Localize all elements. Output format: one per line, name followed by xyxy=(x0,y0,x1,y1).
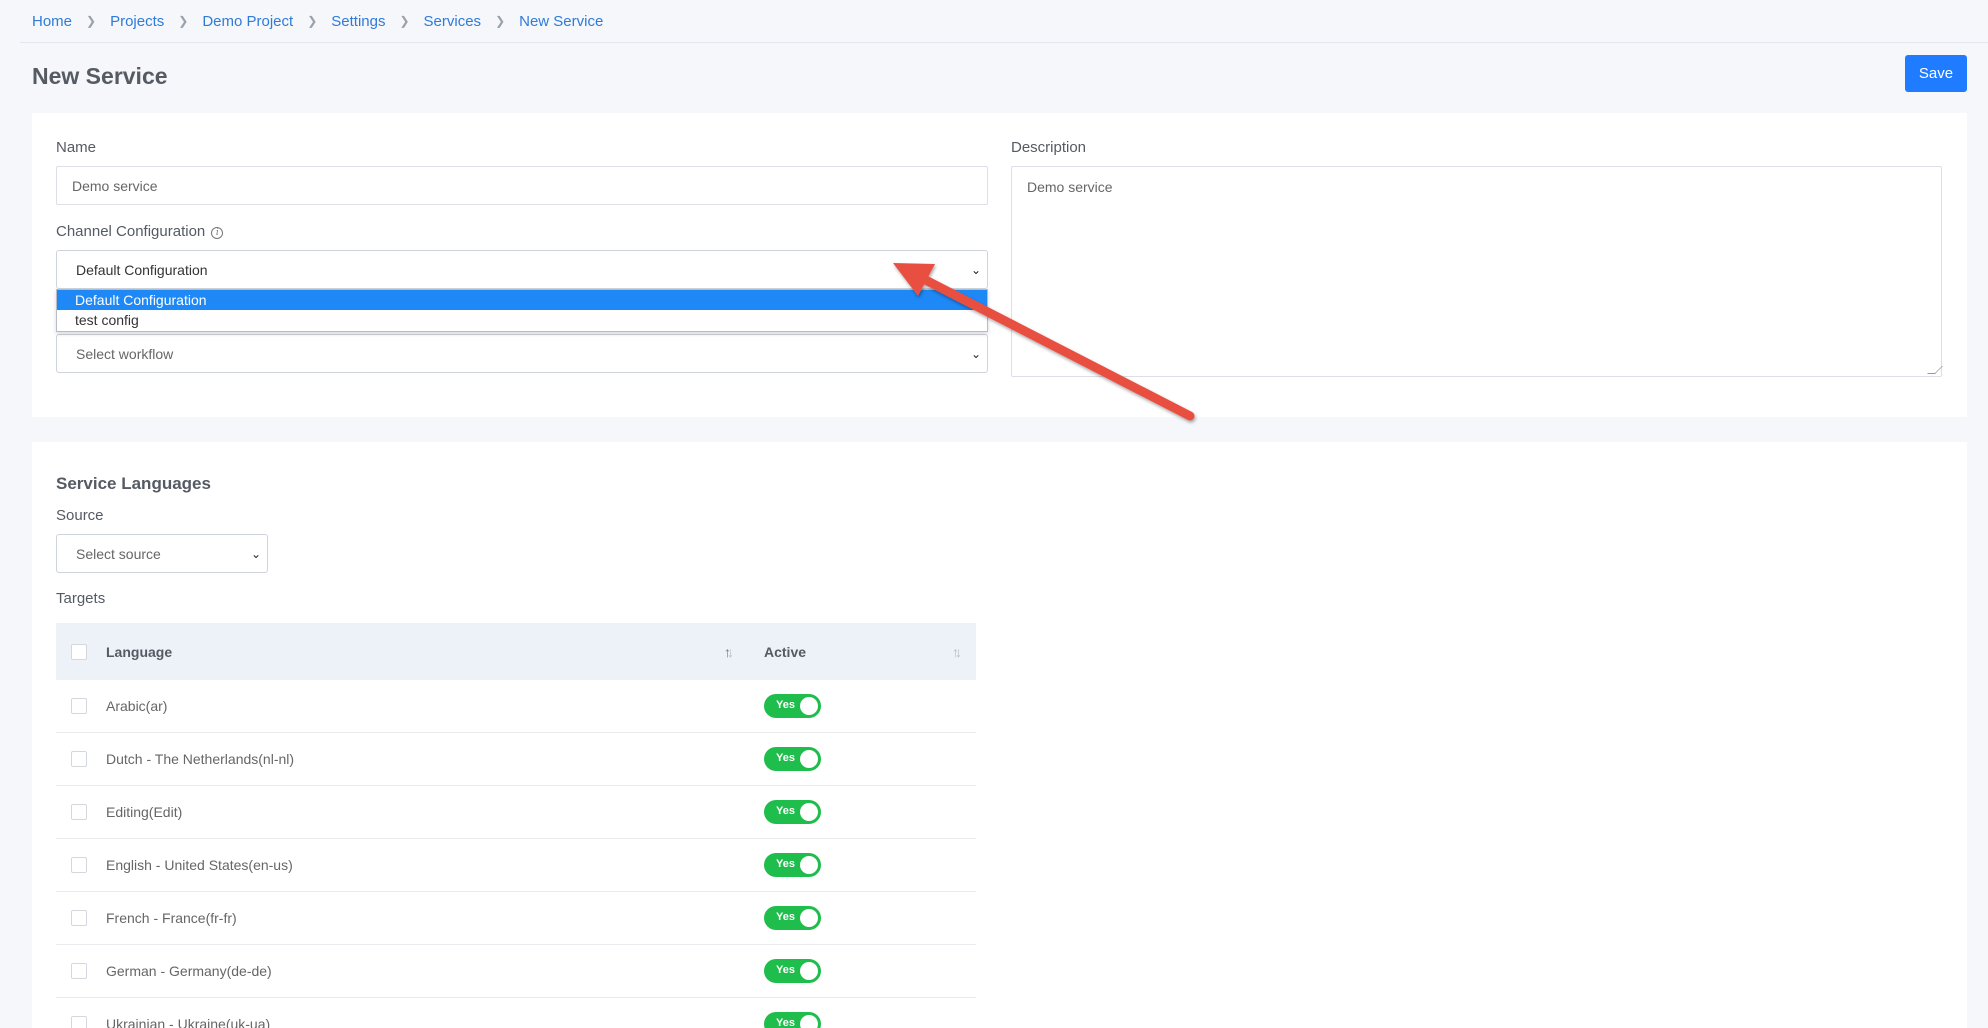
toggle-label: Yes xyxy=(776,699,795,711)
targets-table: Language ↑↓ Active ↑↓ Arabic(ar) Yes Dutch… xyxy=(56,623,976,1028)
breadcrumb: Home ❯ Projects ❯ Demo Project ❯ Setting… xyxy=(32,0,603,42)
channel-config-select[interactable]: Default Configuration ⌄ xyxy=(56,250,988,289)
toggle-label: Yes xyxy=(776,805,795,817)
language-name: Dutch - The Netherlands(nl-nl) xyxy=(106,751,295,767)
channel-config-value: Default Configuration xyxy=(76,261,208,278)
active-toggle[interactable]: Yes xyxy=(764,853,821,877)
sort-icon[interactable]: ↑↓ xyxy=(952,644,962,660)
active-toggle[interactable]: Yes xyxy=(764,1012,821,1028)
description-textarea[interactable]: Demo service xyxy=(1011,166,1943,377)
table-row: Dutch - The Netherlands(nl-nl) Yes xyxy=(56,733,976,786)
toggle-knob xyxy=(800,750,818,768)
column-active[interactable]: Active xyxy=(764,644,806,660)
language-name: German - Germany(de-de) xyxy=(106,963,272,979)
breadcrumb-demo-project[interactable]: Demo Project xyxy=(202,13,293,30)
name-label: Name xyxy=(56,139,97,156)
channel-config-label-text: Channel Configuration xyxy=(56,223,206,240)
table-row: English - United States(en-us) Yes xyxy=(56,839,976,892)
row-checkbox[interactable] xyxy=(71,910,87,926)
row-checkbox[interactable] xyxy=(71,857,87,873)
dropdown-option-default-configuration[interactable]: Default Configuration xyxy=(57,290,987,310)
toggle-label: Yes xyxy=(776,1017,795,1028)
toggle-knob xyxy=(800,856,818,874)
toggle-knob xyxy=(800,697,818,715)
name-input[interactable]: Demo service xyxy=(56,166,988,205)
table-row: Ukrainian - Ukraine(uk-ua) Yes xyxy=(56,998,976,1028)
language-name: Ukrainian - Ukraine(uk-ua) xyxy=(106,1016,271,1028)
targets-label: Targets xyxy=(56,590,106,607)
language-name: English - United States(en-us) xyxy=(106,857,293,873)
toggle-label: Yes xyxy=(776,858,795,870)
chevron-right-icon: ❯ xyxy=(86,14,97,28)
active-toggle[interactable]: Yes xyxy=(764,694,821,718)
description-label: Description xyxy=(1011,139,1087,156)
chevron-down-icon: ⌄ xyxy=(970,346,981,361)
active-toggle[interactable]: Yes xyxy=(764,747,821,771)
chevron-right-icon: ❯ xyxy=(399,14,410,28)
toggle-label: Yes xyxy=(776,752,795,764)
table-header: Language ↑↓ Active ↑↓ xyxy=(56,623,976,680)
language-name: French - France(fr-fr) xyxy=(106,910,237,926)
toggle-knob xyxy=(800,962,818,980)
toggle-knob xyxy=(800,803,818,821)
workflow-select[interactable]: Select workflow ⌄ xyxy=(56,334,988,373)
toggle-label: Yes xyxy=(776,964,795,976)
chevron-right-icon: ❯ xyxy=(307,14,318,28)
breadcrumb-home[interactable]: Home xyxy=(32,13,72,30)
column-language[interactable]: Language xyxy=(106,644,172,660)
info-icon[interactable]: i xyxy=(211,227,224,239)
breadcrumb-services[interactable]: Services xyxy=(424,13,482,30)
table-row: Arabic(ar) Yes xyxy=(56,680,976,733)
source-select[interactable]: Select source ⌄ xyxy=(56,534,268,573)
channel-config-label: Channel Configuration i xyxy=(56,223,224,240)
language-name: Editing(Edit) xyxy=(106,804,183,820)
active-toggle[interactable]: Yes xyxy=(764,800,821,824)
dropdown-option-test-config[interactable]: test config xyxy=(57,310,987,330)
chevron-right-icon: ❯ xyxy=(178,14,189,28)
chevron-down-icon: ⌄ xyxy=(250,546,261,561)
language-name: Arabic(ar) xyxy=(106,698,168,714)
breadcrumb-new-service[interactable]: New Service xyxy=(519,13,603,30)
chevron-down-icon: ⌄ xyxy=(970,262,981,277)
source-label: Source xyxy=(56,507,104,524)
chevron-right-icon: ❯ xyxy=(495,14,506,28)
description-value: Demo service xyxy=(1027,179,1113,195)
table-row: Editing(Edit) Yes xyxy=(56,786,976,839)
table-row: French - France(fr-fr) Yes xyxy=(56,892,976,945)
page-title: New Service xyxy=(32,63,168,89)
workflow-placeholder: Select workflow xyxy=(76,345,174,362)
table-row: German - Germany(de-de) Yes xyxy=(56,945,976,998)
toggle-label: Yes xyxy=(776,911,795,923)
row-checkbox[interactable] xyxy=(71,963,87,979)
resize-handle-icon[interactable] xyxy=(1927,366,1943,374)
row-checkbox[interactable] xyxy=(71,751,87,767)
toggle-knob xyxy=(800,909,818,927)
breadcrumb-settings[interactable]: Settings xyxy=(331,13,385,30)
breadcrumb-projects[interactable]: Projects xyxy=(110,13,164,30)
source-placeholder: Select source xyxy=(76,545,161,562)
select-all-checkbox[interactable] xyxy=(71,643,87,660)
row-checkbox[interactable] xyxy=(71,1016,87,1028)
row-checkbox[interactable] xyxy=(71,698,87,714)
sort-icon[interactable]: ↑↓ xyxy=(724,644,734,660)
service-languages-title: Service Languages xyxy=(56,474,211,493)
row-checkbox[interactable] xyxy=(71,804,87,820)
channel-config-dropdown: Default Configuration test config xyxy=(56,289,988,332)
active-toggle[interactable]: Yes xyxy=(764,959,821,983)
toggle-knob xyxy=(800,1015,818,1028)
header-divider xyxy=(20,42,1988,43)
save-button[interactable]: Save xyxy=(1905,55,1967,92)
active-toggle[interactable]: Yes xyxy=(764,906,821,930)
